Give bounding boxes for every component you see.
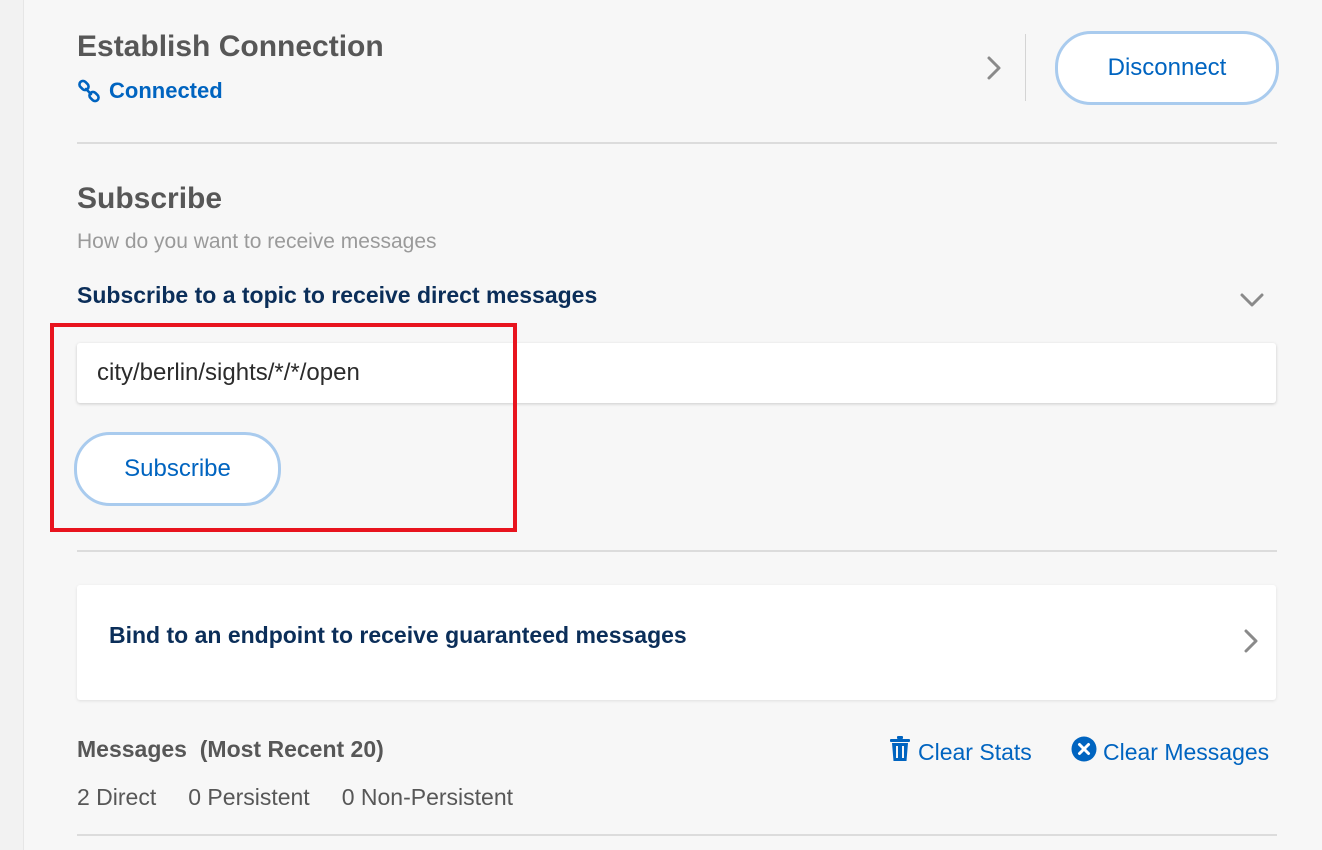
chevron-right-icon[interactable] xyxy=(984,55,1006,81)
clear-messages-button[interactable]: Clear Messages xyxy=(1071,736,1269,768)
direct-count: 2 Direct xyxy=(77,784,157,810)
link-icon xyxy=(77,79,101,103)
non-persistent-count: 0 Non-Persistent xyxy=(341,784,514,810)
divider xyxy=(77,142,1277,144)
divider xyxy=(1025,34,1026,101)
persistent-count: 0 Persistent xyxy=(188,784,310,810)
messages-title: Messages (Most Recent 20) xyxy=(77,736,384,763)
guaranteed-messages-label: Bind to an endpoint to receive guarantee… xyxy=(109,622,687,648)
subscribe-description: How do you want to receive messages xyxy=(77,230,437,253)
connection-title: Establish Connection xyxy=(77,30,384,63)
connection-status-label: Connected xyxy=(109,78,223,103)
topic-input[interactable] xyxy=(77,343,1276,403)
clear-stats-button[interactable]: Clear Stats xyxy=(888,736,1032,768)
clear-messages-label: Clear Messages xyxy=(1103,738,1270,765)
direct-messages-heading[interactable]: Subscribe to a topic to receive direct m… xyxy=(77,282,597,309)
subscribe-title: Subscribe xyxy=(77,182,223,215)
clear-stats-label: Clear Stats xyxy=(918,738,1032,765)
message-counts: 2 Direct 0 Persistent 0 Non-Persistent xyxy=(77,784,513,811)
subscribe-button[interactable]: Subscribe xyxy=(74,432,281,506)
chevron-down-icon[interactable] xyxy=(1238,290,1266,310)
disconnect-button[interactable]: Disconnect xyxy=(1055,31,1279,105)
messages-title-label: Messages xyxy=(77,736,187,762)
divider xyxy=(77,550,1277,552)
messages-subtitle: (Most Recent 20) xyxy=(199,736,384,762)
connection-status: Connected xyxy=(77,78,223,104)
divider xyxy=(77,834,1277,836)
chevron-right-icon xyxy=(1241,627,1263,655)
guaranteed-messages-card[interactable]: Bind to an endpoint to receive guarantee… xyxy=(77,585,1276,700)
trash-icon xyxy=(888,736,912,768)
close-circle-icon xyxy=(1071,736,1097,768)
left-rail xyxy=(0,0,24,850)
